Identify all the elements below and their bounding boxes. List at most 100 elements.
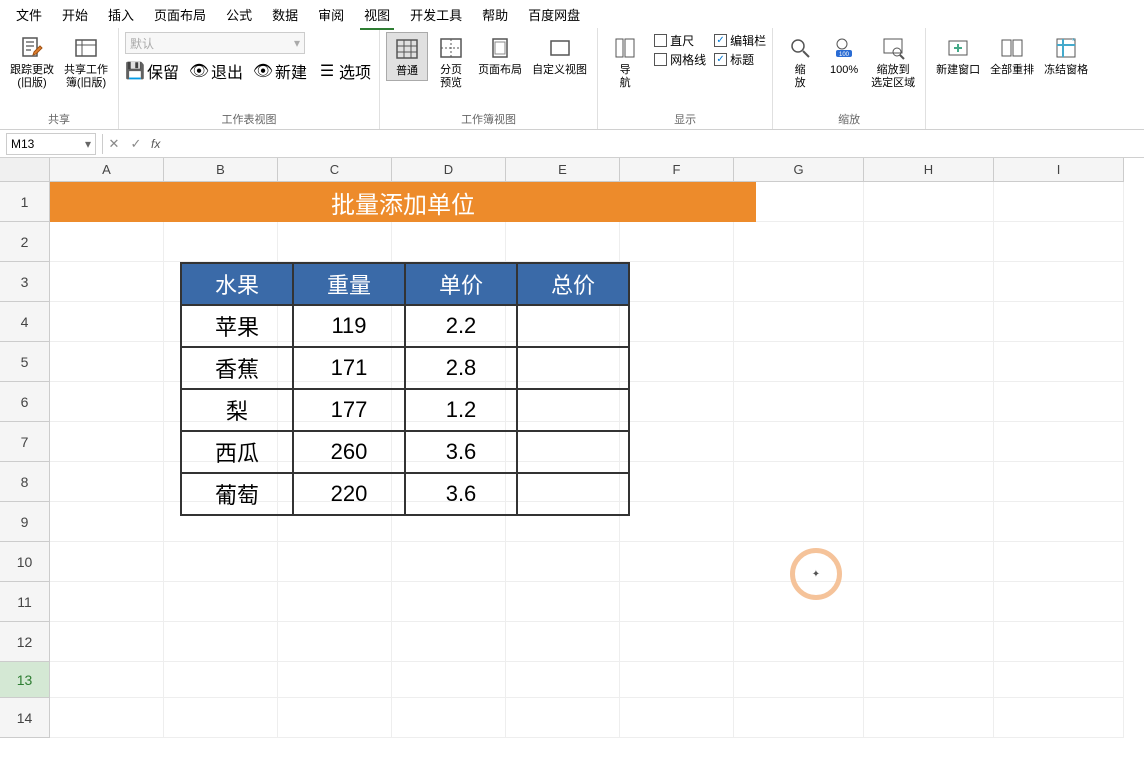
- cell-F4[interactable]: [620, 302, 734, 342]
- cell-A9[interactable]: [50, 502, 164, 542]
- cell-D2[interactable]: [392, 222, 506, 262]
- cell-B13[interactable]: [164, 662, 278, 698]
- cell-H12[interactable]: [864, 622, 994, 662]
- zoom-button[interactable]: 缩 放: [779, 32, 821, 92]
- ruler-checkbox[interactable]: 直尺: [654, 32, 706, 49]
- row-header-7[interactable]: 7: [0, 422, 50, 462]
- cell-A8[interactable]: [50, 462, 164, 502]
- menu-百度网盘[interactable]: 百度网盘: [518, 1, 590, 28]
- row-header-3[interactable]: 3: [0, 262, 50, 302]
- cell-C2[interactable]: [278, 222, 392, 262]
- cell-G12[interactable]: [734, 622, 864, 662]
- row-header-1[interactable]: 1: [0, 182, 50, 222]
- col-header-C[interactable]: C: [278, 158, 392, 182]
- customview-button[interactable]: 自定义视图: [528, 32, 591, 79]
- cell-F8[interactable]: [620, 462, 734, 502]
- cell-G2[interactable]: [734, 222, 864, 262]
- cell-C10[interactable]: [278, 542, 392, 582]
- row-header-9[interactable]: 9: [0, 502, 50, 542]
- row-header-14[interactable]: 14: [0, 698, 50, 738]
- cell-I9[interactable]: [994, 502, 1124, 542]
- cell-I3[interactable]: [994, 262, 1124, 302]
- cell-G7[interactable]: [734, 422, 864, 462]
- normal-view-button[interactable]: 普通: [386, 32, 428, 81]
- col-header-E[interactable]: E: [506, 158, 620, 182]
- cell-F9[interactable]: [620, 502, 734, 542]
- cell-G9[interactable]: [734, 502, 864, 542]
- gridlines-checkbox[interactable]: 网格线: [654, 51, 706, 68]
- zoom-100-button[interactable]: 100 100%: [823, 32, 865, 79]
- cell-G4[interactable]: [734, 302, 864, 342]
- formulabar-checkbox[interactable]: 编辑栏: [714, 32, 766, 49]
- cell-A12[interactable]: [50, 622, 164, 662]
- cell-H7[interactable]: [864, 422, 994, 462]
- row-header-13[interactable]: 13: [0, 662, 50, 698]
- cell-G8[interactable]: [734, 462, 864, 502]
- cell-F12[interactable]: [620, 622, 734, 662]
- navigation-button[interactable]: 导 航: [604, 32, 646, 92]
- select-all-corner[interactable]: [0, 158, 50, 182]
- cell-E13[interactable]: [506, 662, 620, 698]
- menu-审阅[interactable]: 审阅: [308, 1, 354, 28]
- menu-数据[interactable]: 数据: [262, 1, 308, 28]
- cell-A13[interactable]: [50, 662, 164, 698]
- cell-H8[interactable]: [864, 462, 994, 502]
- cancel-formula-button[interactable]: ✕: [103, 133, 125, 155]
- menu-帮助[interactable]: 帮助: [472, 1, 518, 28]
- col-header-F[interactable]: F: [620, 158, 734, 182]
- cell-E11[interactable]: [506, 582, 620, 622]
- cell-I2[interactable]: [994, 222, 1124, 262]
- cell-I5[interactable]: [994, 342, 1124, 382]
- cell-H13[interactable]: [864, 662, 994, 698]
- accept-formula-button[interactable]: ✓: [125, 133, 147, 155]
- cell-E10[interactable]: [506, 542, 620, 582]
- cell-A4[interactable]: [50, 302, 164, 342]
- formula-input[interactable]: [164, 133, 1144, 155]
- cell-G3[interactable]: [734, 262, 864, 302]
- spreadsheet-grid[interactable]: ABCDEFGHI 1234567891011121314 批量添加单位 水果重…: [0, 158, 1144, 738]
- cell-F14[interactable]: [620, 698, 734, 738]
- cell-F13[interactable]: [620, 662, 734, 698]
- cell-H4[interactable]: [864, 302, 994, 342]
- cell-F6[interactable]: [620, 382, 734, 422]
- cell-F7[interactable]: [620, 422, 734, 462]
- row-header-8[interactable]: 8: [0, 462, 50, 502]
- new-button[interactable]: 👁 新建: [253, 58, 309, 84]
- arrange-button[interactable]: 全部重排: [986, 32, 1038, 79]
- cell-H6[interactable]: [864, 382, 994, 422]
- col-header-G[interactable]: G: [734, 158, 864, 182]
- cell-I10[interactable]: [994, 542, 1124, 582]
- menu-插入[interactable]: 插入: [98, 1, 144, 28]
- cell-I13[interactable]: [994, 662, 1124, 698]
- cell-E2[interactable]: [506, 222, 620, 262]
- cell-I12[interactable]: [994, 622, 1124, 662]
- cell-C13[interactable]: [278, 662, 392, 698]
- cell-H11[interactable]: [864, 582, 994, 622]
- headings-checkbox[interactable]: 标题: [714, 51, 766, 68]
- fx-icon[interactable]: fx: [147, 137, 164, 151]
- cell-F11[interactable]: [620, 582, 734, 622]
- zoom-selection-button[interactable]: 缩放到 选定区域: [867, 32, 919, 92]
- menu-公式[interactable]: 公式: [216, 1, 262, 28]
- cell-G5[interactable]: [734, 342, 864, 382]
- pagebreak-view-button[interactable]: 分页 预览: [430, 32, 472, 92]
- cell-D12[interactable]: [392, 622, 506, 662]
- cell-B12[interactable]: [164, 622, 278, 662]
- cell-F3[interactable]: [620, 262, 734, 302]
- cell-A10[interactable]: [50, 542, 164, 582]
- newwindow-button[interactable]: 新建窗口: [932, 32, 984, 79]
- cell-I6[interactable]: [994, 382, 1124, 422]
- cell-C11[interactable]: [278, 582, 392, 622]
- cell-D14[interactable]: [392, 698, 506, 738]
- cell-H10[interactable]: [864, 542, 994, 582]
- menu-开始[interactable]: 开始: [52, 1, 98, 28]
- col-header-I[interactable]: I: [994, 158, 1124, 182]
- cell-B11[interactable]: [164, 582, 278, 622]
- cell-G13[interactable]: [734, 662, 864, 698]
- cell-F2[interactable]: [620, 222, 734, 262]
- cell-D11[interactable]: [392, 582, 506, 622]
- sheetview-dropdown[interactable]: 默认 ▾: [125, 32, 305, 54]
- cell-I1[interactable]: [994, 182, 1124, 222]
- share-workbook-button[interactable]: 共享工作 簿(旧版): [60, 32, 112, 92]
- cell-B14[interactable]: [164, 698, 278, 738]
